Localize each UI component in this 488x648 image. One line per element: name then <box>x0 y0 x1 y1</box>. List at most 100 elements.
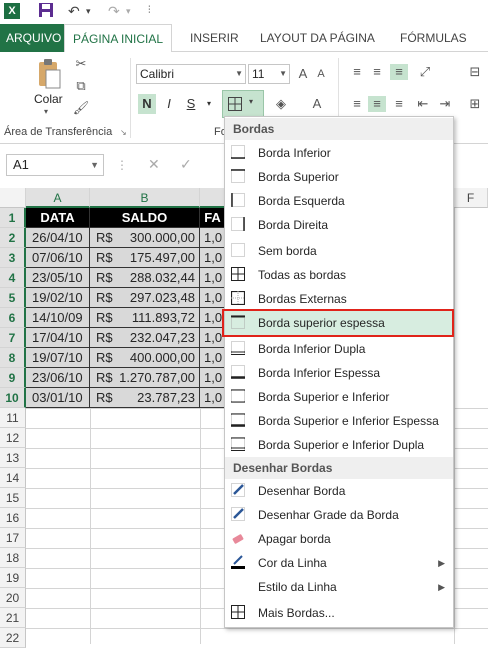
table-cell-date[interactable]: 23/06/10 <box>26 368 90 388</box>
font-size-combo[interactable]: 11 ▼ <box>248 64 290 84</box>
column-header-a[interactable]: A <box>26 188 90 208</box>
table-cell-saldo[interactable]: R$ 297.023,48 <box>90 288 200 308</box>
wrap-text-icon[interactable]: ⊟ <box>466 64 484 80</box>
table-cell-saldo[interactable]: R$ 400.000,00 <box>90 348 200 368</box>
menu-item-erase-border[interactable]: Apagar borda <box>225 527 453 551</box>
paste-button-label[interactable]: Colar <box>34 92 63 106</box>
align-right-icon[interactable]: ≡ <box>390 96 408 112</box>
table-cell-c[interactable]: 1,0 <box>200 368 226 388</box>
table-header-cell[interactable]: DATA <box>26 208 90 228</box>
column-header-f[interactable]: F <box>454 188 488 208</box>
name-box[interactable]: A1 ▼ <box>6 154 104 176</box>
row-header[interactable]: 18 <box>0 548 26 568</box>
row-header[interactable]: 7 <box>0 328 26 348</box>
align-center-icon[interactable]: ≡ <box>368 96 386 112</box>
menu-item-top-double-bottom-border[interactable]: Borda Superior e Inferior Dupla <box>225 433 453 457</box>
menu-item-more-borders[interactable]: Mais Bordas... <box>225 601 453 625</box>
menu-item-line-color[interactable]: Cor da Linha ▶ <box>225 551 453 575</box>
align-middle-icon[interactable]: ≡ <box>368 64 386 80</box>
table-cell-c[interactable]: 1,0 <box>200 268 226 288</box>
enter-icon[interactable]: ✓ <box>180 156 192 173</box>
table-cell-date[interactable]: 19/02/10 <box>26 288 90 308</box>
table-cell-c[interactable]: 1,0 <box>200 348 226 368</box>
orientation-icon[interactable]: ⤢ <box>416 64 434 80</box>
row-header[interactable]: 10 <box>0 388 26 408</box>
underline-dropdown-icon[interactable]: ▾ <box>200 94 218 114</box>
table-cell-saldo[interactable]: R$ 23.787,23 <box>90 388 200 408</box>
select-all-corner[interactable] <box>0 188 26 208</box>
fill-color-icon[interactable]: ◈ <box>272 96 290 112</box>
row-header[interactable]: 21 <box>0 608 26 628</box>
row-header[interactable]: 4 <box>0 268 26 288</box>
row-header[interactable]: 13 <box>0 448 26 468</box>
row-header[interactable]: 5 <box>0 288 26 308</box>
table-cell-date[interactable]: 23/05/10 <box>26 268 90 288</box>
bold-button[interactable]: N <box>138 94 156 114</box>
table-cell-saldo[interactable]: R$ 1.270.787,00 <box>90 368 200 388</box>
row-header[interactable]: 20 <box>0 588 26 608</box>
table-cell-date[interactable]: 26/04/10 <box>26 228 90 248</box>
redo-icon[interactable]: ↷ <box>108 2 120 20</box>
menu-item-right-border[interactable]: Borda Direita <box>225 213 453 237</box>
table-cell-date[interactable]: 14/10/09 <box>26 308 90 328</box>
undo-icon[interactable]: ↶ <box>68 2 80 20</box>
menu-item-left-border[interactable]: Borda Esquerda <box>225 189 453 213</box>
cut-icon[interactable]: ✂ <box>72 56 90 72</box>
merge-center-icon[interactable]: ⊞ <box>466 96 484 112</box>
row-header[interactable]: 19 <box>0 568 26 588</box>
table-cell-saldo[interactable]: R$ 232.047,23 <box>90 328 200 348</box>
table-cell-saldo[interactable]: R$ 111.893,72 <box>90 308 200 328</box>
row-header[interactable]: 16 <box>0 508 26 528</box>
row-header[interactable]: 22 <box>0 628 26 648</box>
row-header[interactable]: 8 <box>0 348 26 368</box>
decrease-indent-icon[interactable]: ⇤ <box>414 96 432 112</box>
menu-item-line-style[interactable]: Estilo da Linha ▶ <box>225 575 453 599</box>
menu-item-draw-border[interactable]: Desenhar Borda <box>225 479 453 503</box>
table-cell-saldo[interactable]: R$ 300.000,00 <box>90 228 200 248</box>
table-cell-c[interactable]: 1,0 <box>200 228 226 248</box>
table-cell-c[interactable]: 1,0 <box>200 288 226 308</box>
clipboard-launcher-icon[interactable]: ↘ <box>120 128 127 137</box>
table-cell-date[interactable]: 03/01/10 <box>26 388 90 408</box>
tab-home[interactable]: PÁGINA INICIAL <box>64 24 173 53</box>
table-cell-c[interactable]: 1,0 <box>200 388 226 408</box>
decrease-font-icon[interactable]: A <box>312 66 330 82</box>
row-header[interactable]: 6 <box>0 308 26 328</box>
table-header-cell[interactable]: SALDO <box>90 208 200 228</box>
underline-button[interactable]: S <box>182 94 200 114</box>
row-header[interactable]: 11 <box>0 408 26 428</box>
row-header[interactable]: 15 <box>0 488 26 508</box>
customize-toolbar-icon[interactable]: ⫶ <box>148 2 151 20</box>
align-bottom-icon[interactable]: ≡ <box>390 64 408 80</box>
table-header-cell[interactable]: FA <box>200 208 226 228</box>
row-header[interactable]: 12 <box>0 428 26 448</box>
menu-item-bottom-border[interactable]: Borda Inferior <box>225 141 453 165</box>
row-header[interactable]: 1 <box>0 208 26 228</box>
menu-item-outside-borders[interactable]: Bordas Externas <box>225 287 453 311</box>
column-header-c[interactable] <box>200 188 226 208</box>
cancel-icon[interactable]: ✕ <box>148 156 160 173</box>
align-top-icon[interactable]: ≡ <box>348 64 366 80</box>
table-cell-date[interactable]: 19/07/10 <box>26 348 90 368</box>
menu-item-bottom-double-border[interactable]: Borda Inferior Dupla <box>225 337 453 361</box>
font-name-combo[interactable]: Calibri ▼ <box>136 64 246 84</box>
menu-item-top-thick-bottom-border[interactable]: Borda Superior e Inferior Espessa <box>225 409 453 433</box>
tab-insert[interactable]: INSERIR <box>182 24 247 52</box>
tab-file[interactable]: ARQUIVO <box>0 24 68 52</box>
menu-item-no-border[interactable]: Sem borda <box>225 239 453 263</box>
table-cell-saldo[interactable]: R$ 175.497,00 <box>90 248 200 268</box>
save-icon[interactable] <box>38 2 54 20</box>
format-painter-icon[interactable]: 🖌 <box>72 100 90 116</box>
increase-indent-icon[interactable]: ⇥ <box>436 96 454 112</box>
undo-dropdown-icon[interactable]: ▾ <box>86 2 91 20</box>
row-header[interactable]: 2 <box>0 228 26 248</box>
menu-item-all-borders[interactable]: Todas as bordas <box>225 263 453 287</box>
table-cell-date[interactable]: 17/04/10 <box>26 328 90 348</box>
borders-button[interactable]: ▾ <box>222 90 264 118</box>
menu-item-top-bottom-border[interactable]: Borda Superior e Inferior <box>225 385 453 409</box>
row-header[interactable]: 14 <box>0 468 26 488</box>
font-color-icon[interactable]: A <box>308 96 326 112</box>
align-left-icon[interactable]: ≡ <box>348 96 366 112</box>
row-header[interactable]: 17 <box>0 528 26 548</box>
tab-page-layout[interactable]: LAYOUT DA PÁGINA <box>252 24 383 52</box>
